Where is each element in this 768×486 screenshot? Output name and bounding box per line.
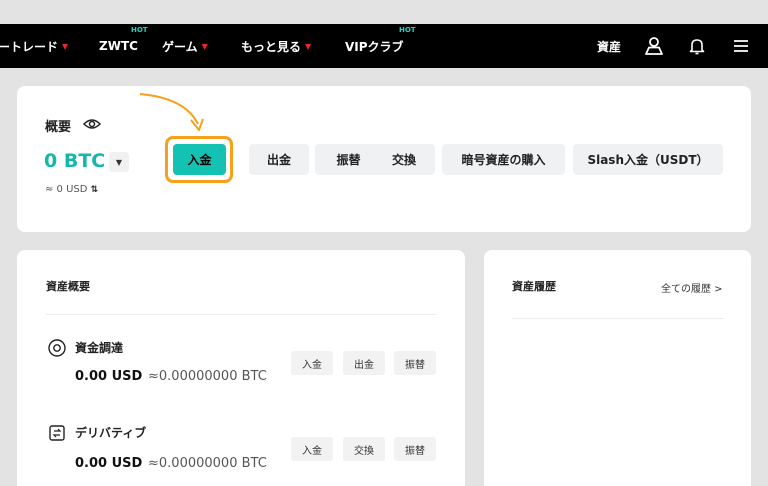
usd-balance: ≈ 0 USD (45, 184, 88, 195)
nav-item-label: VIPクラブ (345, 39, 404, 54)
withdraw-button[interactable]: 出金 (249, 144, 309, 175)
funding-withdraw-button[interactable]: 出金 (343, 351, 385, 375)
swap-icon[interactable]: ⇅ (91, 185, 99, 195)
top-navbar: ートレード ▼ ZWTC HOT ゲーム ▼ もっと見る ▼ VIPクラブ HO… (0, 24, 768, 68)
nav-item-label: ゲーム (162, 39, 198, 54)
browser-top-strip (0, 0, 768, 24)
derivatives-exchange-button[interactable]: 交換 (343, 437, 385, 461)
exchange-button[interactable]: 交換 (373, 144, 435, 175)
funding-transfer-button[interactable]: 振替 (394, 351, 436, 375)
divider (512, 318, 724, 319)
overview-card: 概要 0 BTC ▼ ≈ 0 USD ⇅ 入金 出金 振替 交換 暗号資産の購入… (17, 86, 751, 232)
asset-history-title: 資産履歴 (512, 280, 556, 293)
divider (46, 314, 436, 315)
currency-dropdown[interactable]: ▼ (109, 152, 129, 172)
hot-badge: HOT (131, 26, 148, 34)
nav-item-vip[interactable]: VIPクラブ (345, 24, 404, 68)
overview-title: 概要 (45, 120, 72, 135)
derivatives-btc: ≈0.00000000 BTC (148, 456, 267, 471)
derivatives-title: デリバティブ (75, 426, 147, 440)
funding-usd: 0.00 USD (75, 369, 143, 384)
hot-badge: HOT (399, 26, 416, 34)
menu-icon[interactable] (730, 35, 752, 57)
funding-icon (48, 339, 66, 357)
nav-item-label: もっと見る (241, 39, 302, 54)
funding-deposit-button[interactable]: 入金 (291, 351, 333, 375)
assets-overview-title: 資産概要 (46, 280, 90, 293)
derivatives-transfer-button[interactable]: 振替 (394, 437, 436, 461)
nav-item-trade[interactable]: ートレード ▼ (0, 24, 68, 68)
assets-overview-card: 資産概要 資金調達 0.00 USD ≈0.00000000 BTC 入金 出金… (17, 250, 465, 486)
asset-history-card: 資産履歴 全ての履歴 > (484, 250, 751, 486)
slash-deposit-button[interactable]: Slash入金（USDT） (573, 144, 723, 175)
caret-down-icon: ▼ (62, 41, 69, 51)
nav-assets-label: 資産 (597, 39, 622, 54)
funding-btc: ≈0.00000000 BTC (148, 369, 267, 384)
funding-title: 資金調達 (75, 341, 124, 355)
usd-balance-line: ≈ 0 USD ⇅ (45, 184, 98, 195)
nav-item-more[interactable]: もっと見る ▼ (241, 24, 311, 68)
nav-item-label: ZWTC (99, 39, 138, 53)
nav-item-games[interactable]: ゲーム ▼ (162, 24, 208, 68)
btc-balance: 0 BTC (44, 150, 106, 172)
caret-down-icon: ▼ (305, 41, 312, 51)
deposit-button[interactable]: 入金 (173, 144, 226, 175)
derivatives-deposit-button[interactable]: 入金 (291, 437, 333, 461)
bell-icon[interactable] (686, 35, 708, 57)
caret-down-icon: ▼ (201, 41, 208, 51)
all-history-link[interactable]: 全ての履歴 > (661, 280, 723, 295)
derivatives-icon (49, 425, 65, 441)
user-icon[interactable] (643, 35, 665, 57)
transfer-button[interactable]: 振替 (315, 144, 382, 175)
nav-item-label: ートレード (0, 39, 59, 54)
eye-icon[interactable] (83, 117, 101, 131)
nav-assets-link[interactable]: 資産 (597, 24, 621, 68)
pointer-arrow-icon (139, 93, 204, 131)
derivatives-usd: 0.00 USD (75, 456, 143, 471)
buy-crypto-button[interactable]: 暗号資産の購入 (442, 144, 565, 175)
